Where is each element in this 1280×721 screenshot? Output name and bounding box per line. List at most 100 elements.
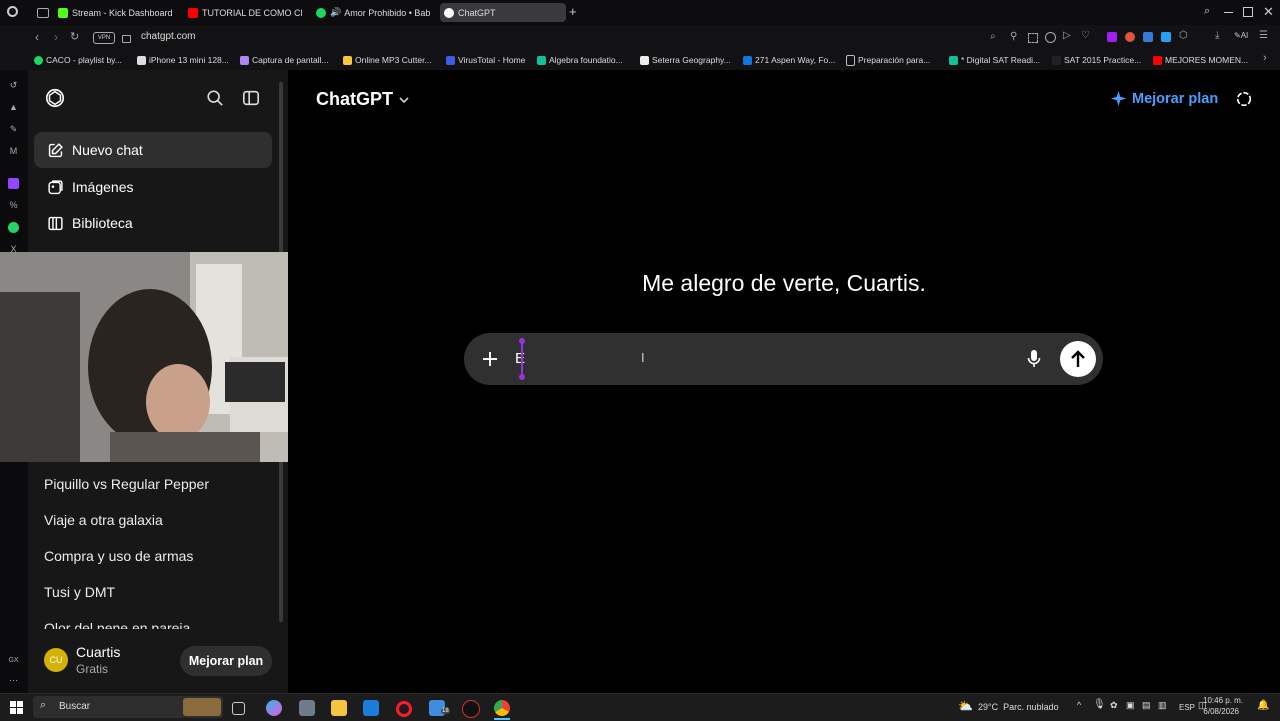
openai-logo-icon[interactable] (44, 87, 66, 109)
chat-history-item[interactable]: Piquillo vs Regular Pepper (44, 476, 209, 492)
tab-kick[interactable]: Stream - Kick Dashboard (58, 3, 178, 22)
vpn-badge[interactable]: VPN (93, 32, 115, 44)
microphone-tray-icon[interactable]: 🎙 (1093, 699, 1106, 710)
ai-icon[interactable]: ✎AI (1234, 31, 1248, 40)
restore-icon[interactable] (1243, 7, 1253, 17)
file-explorer-icon[interactable] (331, 700, 347, 716)
images-button[interactable]: Imágenes (34, 169, 272, 205)
whatsapp-icon[interactable] (8, 222, 19, 233)
notification-icon[interactable]: 🔔 (1257, 700, 1269, 711)
bookmark-item[interactable]: Seterra Geography... (640, 53, 734, 67)
bookmark-item[interactable]: * Digital SAT Readi... (949, 53, 1044, 67)
tray-app-icon[interactable]: ▣ (1126, 700, 1135, 711)
chat-history-item[interactable]: Viaje a otra galaxia (44, 512, 163, 528)
search-tabs-icon[interactable]: ⌕ (1204, 5, 1210, 18)
new-tab-icon[interactable]: + (569, 5, 577, 18)
tray-icon[interactable]: ✿ (1110, 700, 1118, 711)
library-button[interactable]: Biblioteca (34, 205, 272, 241)
chat-history-item[interactable]: Compra y uso de armas (44, 548, 193, 564)
bookmark-item[interactable]: MEJORES MOMEN... (1153, 53, 1248, 67)
bookmark-item[interactable]: iPhone 13 mini 128... (137, 53, 230, 67)
tray-app-3-icon[interactable]: ▥ (1158, 700, 1167, 711)
composer-input[interactable]: E (515, 350, 525, 367)
tab-chatgpt[interactable]: ChatGPT (440, 3, 566, 22)
bookmark-item[interactable]: VirusTotal - Home (446, 53, 530, 67)
heart-icon[interactable]: ♡ (1081, 30, 1090, 41)
extension-2-icon[interactable] (1125, 32, 1135, 42)
forward-icon[interactable]: › (54, 30, 58, 44)
twitch-icon[interactable] (8, 178, 19, 189)
play-icon[interactable]: ▷ (1063, 30, 1071, 41)
menu-icon[interactable]: ☰ (1259, 30, 1268, 41)
copilot-icon[interactable] (266, 700, 282, 716)
chrome-icon[interactable] (494, 700, 510, 716)
bookmark-item[interactable]: Online MP3 Cutter... (343, 53, 437, 67)
extensions-icon[interactable]: ⬡ (1179, 30, 1188, 41)
extension-1-icon[interactable] (1107, 32, 1117, 42)
chat-history-item[interactable]: Olor del pene en pareja (44, 620, 190, 629)
bookmark-label: Algebra foundatio... (549, 55, 623, 65)
temporary-chat-icon[interactable] (1235, 90, 1253, 108)
language-indicator[interactable]: ESP (1179, 703, 1195, 712)
taskbar-search[interactable]: ⌕ Buscar (33, 696, 223, 718)
bookmark-label: 271 Aspen Way, Fo... (755, 55, 836, 65)
model-label: ChatGPT (316, 89, 394, 109)
pin-icon[interactable]: ⚲ (1010, 31, 1017, 42)
clock-date[interactable]: 6/08/2026 (1203, 707, 1239, 716)
close-icon[interactable]: ✕ (1263, 4, 1274, 20)
opera-logo-icon[interactable] (7, 6, 18, 17)
task-view-icon[interactable] (232, 702, 245, 715)
tray-overflow-icon[interactable]: ^ (1077, 700, 1081, 710)
weather-text[interactable]: 29°C Parc. nublado (978, 702, 1059, 712)
bookmark-label: Online MP3 Cutter... (355, 55, 432, 65)
extension-4-icon[interactable] (1161, 32, 1171, 42)
model-selector[interactable]: ChatGPT (316, 89, 411, 110)
windows-start-icon[interactable] (10, 701, 23, 714)
bookmark-item[interactable]: Captura de pantall... (240, 53, 334, 67)
bookmark-item[interactable]: Algebra foundatio... (537, 53, 629, 67)
extension-3-icon[interactable] (1143, 32, 1153, 42)
text-cursor-dot-top (519, 338, 525, 344)
app-icon[interactable] (462, 700, 480, 718)
camera-app-icon[interactable] (299, 700, 315, 716)
microphone-icon[interactable] (1026, 349, 1042, 369)
reload-icon[interactable]: ↻ (70, 30, 79, 43)
chat-history-item[interactable]: Tusi y DMT (44, 584, 115, 600)
more-icon[interactable]: ⋯ (8, 675, 19, 686)
minimize-icon[interactable] (1224, 12, 1233, 13)
zoom-icon[interactable]: ⌕ (990, 31, 996, 42)
search-icon[interactable] (206, 89, 224, 107)
new-chat-button[interactable]: Nuevo chat (34, 132, 272, 168)
clock-time[interactable]: 10:46 p. m. (1203, 696, 1243, 705)
gx-icon[interactable]: GX (8, 655, 19, 666)
toggle-sidebar-icon[interactable] (242, 89, 260, 107)
sidebar-upgrade-button[interactable]: Mejorar plan (180, 646, 272, 676)
gmail-icon[interactable]: M (8, 146, 19, 157)
bookmark-item[interactable]: CACO - playlist by... (34, 53, 128, 67)
aria-icon[interactable]: ▲ (8, 102, 19, 113)
snapshot-icon[interactable] (1028, 33, 1038, 43)
bookmark-item[interactable]: Preparación para... (846, 53, 940, 67)
opera-icon[interactable] (396, 701, 412, 717)
upgrade-plan-button[interactable]: Mejorar plan (1110, 90, 1218, 107)
back-icon[interactable]: ‹ (35, 30, 39, 44)
history-icon[interactable]: ↺ (8, 80, 19, 91)
chatgpt-icon (444, 7, 454, 18)
percent-icon[interactable]: % (8, 200, 19, 211)
tab-youtube[interactable]: TUTORIAL DE COMO CREA (188, 3, 302, 22)
pen-icon (240, 55, 249, 65)
plus-icon[interactable] (481, 350, 499, 368)
tab-switcher-icon[interactable] (37, 8, 49, 18)
download-icon[interactable]: ⤓ (1215, 30, 1219, 41)
tray-app-2-icon[interactable]: ▤ (1142, 700, 1151, 711)
user-profile[interactable]: CU Cuartis Gratis (34, 638, 184, 682)
bookmark-item[interactable]: 271 Aspen Way, Fo... (743, 53, 838, 67)
bookmarks-overflow-icon[interactable]: › (1263, 52, 1267, 64)
url-field[interactable]: chatgpt.com (141, 31, 195, 42)
tab-spotify[interactable]: 🔊 Amor Prohibido • Baby (316, 3, 430, 22)
bookmark-item[interactable]: SAT 2015 Practice... (1052, 53, 1144, 67)
outlook-icon[interactable] (363, 700, 379, 716)
adblock-icon[interactable] (1045, 32, 1056, 43)
send-button[interactable] (1060, 341, 1096, 377)
notes-icon[interactable]: ✎ (8, 124, 19, 135)
